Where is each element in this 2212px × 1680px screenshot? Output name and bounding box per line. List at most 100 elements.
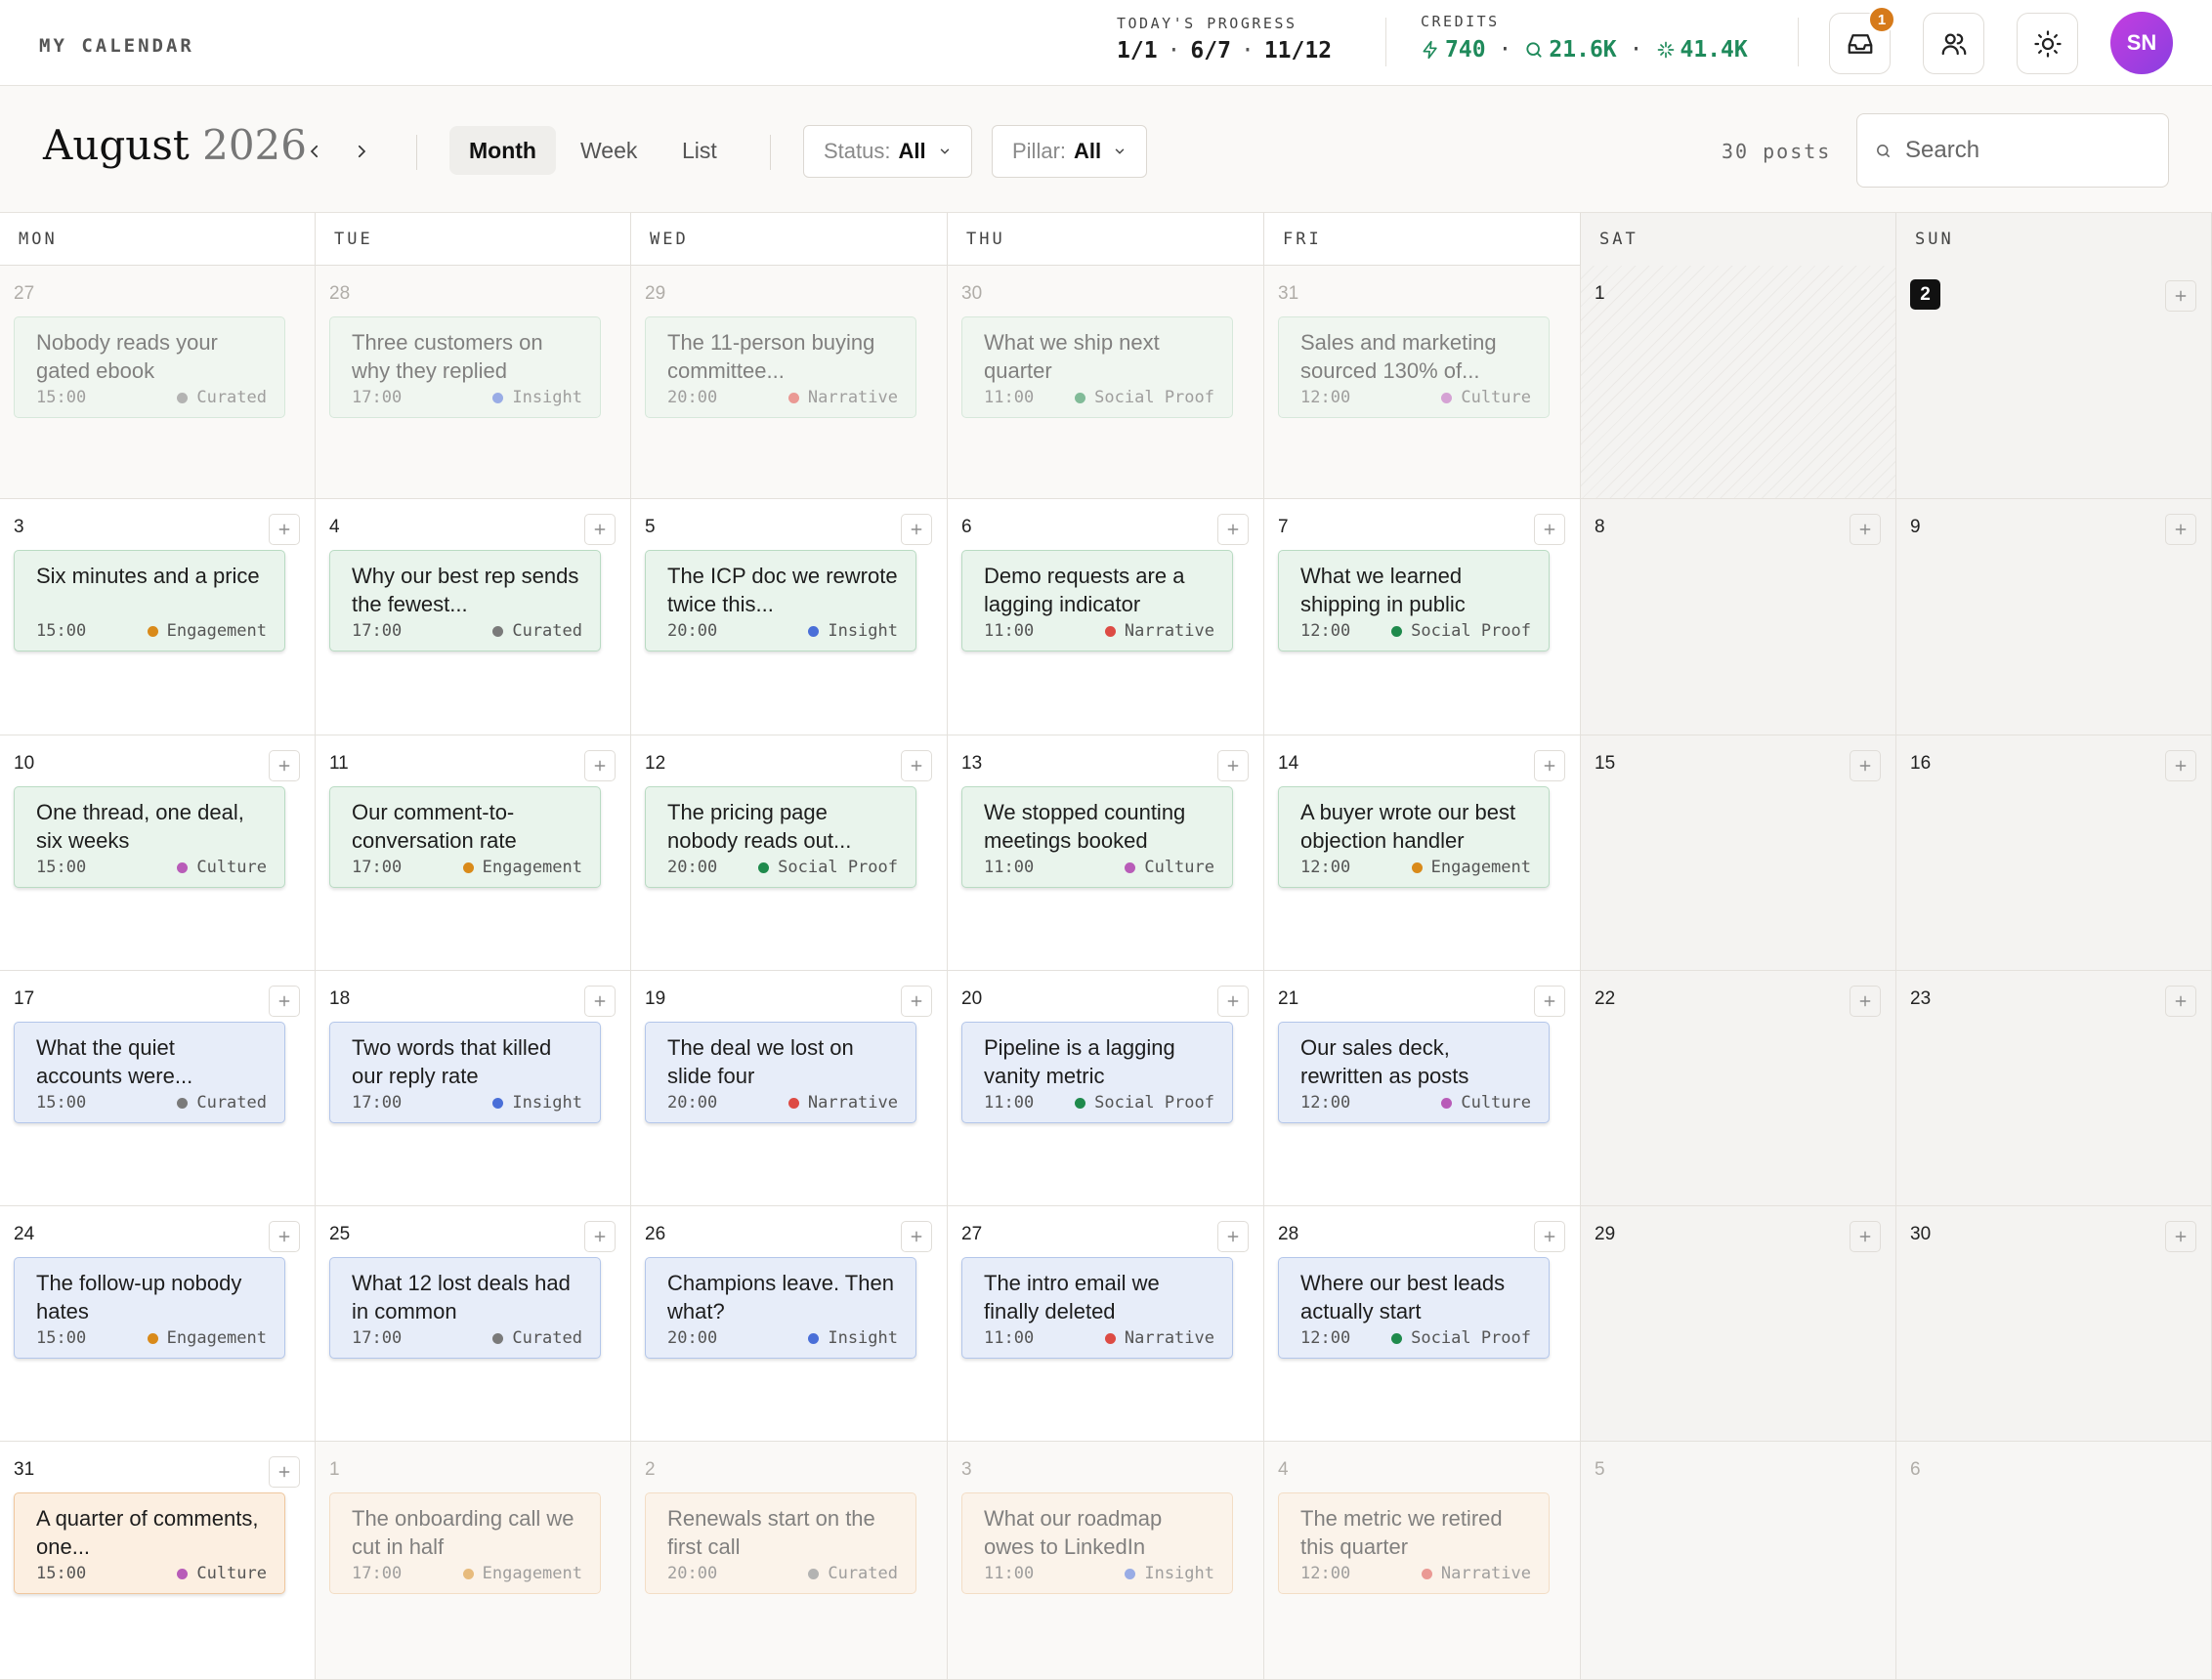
add-post-button[interactable] bbox=[1534, 1221, 1565, 1252]
day-cell[interactable]: 28 Three customers on why they replied 17:… bbox=[316, 266, 631, 499]
post-card[interactable]: Why our best rep sends the fewest... 17:0… bbox=[329, 550, 601, 651]
day-cell[interactable]: 26 Champions leave. Then what? 20:00 Insigh… bbox=[631, 1206, 948, 1442]
post-card[interactable]: Our comment-to-conversation rate 17:00 Eng… bbox=[329, 786, 601, 888]
day-cell[interactable]: 3 What our roadmap owes to LinkedIn 11:00 I… bbox=[948, 1442, 1264, 1680]
day-cell[interactable]: 13 We stopped counting meetings booked 11:… bbox=[948, 735, 1264, 971]
add-post-button[interactable] bbox=[2165, 514, 2196, 545]
day-cell[interactable]: 6 Demo requests are a lagging indicator 11… bbox=[948, 499, 1264, 735]
post-card[interactable]: One thread, one deal, six weeks 15:00 Cult… bbox=[14, 786, 285, 888]
day-cell[interactable]: 25 What 12 lost deals had in common 17:00 C… bbox=[316, 1206, 631, 1442]
add-post-button[interactable] bbox=[269, 1221, 300, 1252]
day-cell[interactable]: 9 bbox=[1896, 499, 2212, 735]
add-post-button[interactable] bbox=[2165, 280, 2196, 312]
day-cell[interactable]: 3 Six minutes and a price 15:00 Engagement bbox=[0, 499, 316, 735]
tab-week[interactable]: Week bbox=[561, 126, 657, 175]
day-cell[interactable]: 2 Renewals start on the first call 20:00 Cu… bbox=[631, 1442, 948, 1680]
add-post-button[interactable] bbox=[1217, 986, 1249, 1017]
post-card[interactable]: Renewals start on the first call 20:00 Cur… bbox=[645, 1492, 916, 1594]
add-post-button[interactable] bbox=[1217, 514, 1249, 545]
day-cell[interactable]: 19 The deal we lost on slide four 20:00 Nar… bbox=[631, 971, 948, 1206]
add-post-button[interactable] bbox=[584, 1221, 616, 1252]
previous-month-button[interactable] bbox=[300, 137, 329, 166]
post-card[interactable]: What our roadmap owes to LinkedIn 11:00 In… bbox=[961, 1492, 1233, 1594]
add-post-button[interactable] bbox=[2165, 986, 2196, 1017]
add-post-button[interactable] bbox=[269, 986, 300, 1017]
post-card[interactable]: The deal we lost on slide four 20:00 Narra… bbox=[645, 1022, 916, 1123]
day-cell[interactable]: 27 Nobody reads your gated ebook 15:00 Cura… bbox=[0, 266, 316, 499]
post-card[interactable]: Three customers on why they replied 17:00… bbox=[329, 316, 601, 418]
add-post-button[interactable] bbox=[2165, 750, 2196, 781]
next-month-button[interactable] bbox=[347, 137, 376, 166]
post-card[interactable]: Champions leave. Then what? 20:00 Insight bbox=[645, 1257, 916, 1359]
add-post-button[interactable] bbox=[1534, 514, 1565, 545]
add-post-button[interactable] bbox=[584, 986, 616, 1017]
add-post-button[interactable] bbox=[584, 514, 616, 545]
day-cell[interactable]: 31 A quarter of comments, one... 15:00 Cult… bbox=[0, 1442, 316, 1680]
post-card[interactable]: We stopped counting meetings booked 11:00… bbox=[961, 786, 1233, 888]
add-post-button[interactable] bbox=[901, 1221, 932, 1252]
day-cell[interactable]: 4 Why our best rep sends the fewest... 17:… bbox=[316, 499, 631, 735]
pillar-filter[interactable]: Pillar: All bbox=[992, 125, 1148, 178]
day-cell[interactable]: 17 What the quiet accounts were... 15:00 Cu… bbox=[0, 971, 316, 1206]
post-card[interactable]: The follow-up nobody hates 15:00 Engagemen… bbox=[14, 1257, 285, 1359]
day-cell[interactable]: 28 Where our best leads actually start 12:… bbox=[1264, 1206, 1581, 1442]
day-cell[interactable]: 24 The follow-up nobody hates 15:00 Engagem… bbox=[0, 1206, 316, 1442]
day-cell[interactable]: 14 A buyer wrote our best objection handl… bbox=[1264, 735, 1581, 971]
add-post-button[interactable] bbox=[1217, 750, 1249, 781]
day-cell[interactable]: 10 One thread, one deal, six weeks 15:00 Cu… bbox=[0, 735, 316, 971]
post-card[interactable]: Two words that killed our reply rate 17:0… bbox=[329, 1022, 601, 1123]
day-cell[interactable]: 29 The 11-person buying committee... 20:00… bbox=[631, 266, 948, 499]
day-cell[interactable]: 27 The intro email we finally deleted 11:0… bbox=[948, 1206, 1264, 1442]
avatar[interactable]: SN bbox=[2110, 12, 2173, 74]
day-cell[interactable]: 29 bbox=[1581, 1206, 1896, 1442]
add-post-button[interactable] bbox=[269, 750, 300, 781]
day-cell[interactable]: 2 bbox=[1896, 266, 2212, 499]
post-card[interactable]: Six minutes and a price 15:00 Engagement bbox=[14, 550, 285, 651]
post-card[interactable]: A buyer wrote our best objection handler… bbox=[1278, 786, 1550, 888]
status-filter[interactable]: Status: All bbox=[803, 125, 972, 178]
post-card[interactable]: Nobody reads your gated ebook 15:00 Curate… bbox=[14, 316, 285, 418]
add-post-button[interactable] bbox=[1217, 1221, 1249, 1252]
tab-list[interactable]: List bbox=[662, 126, 737, 175]
add-post-button[interactable] bbox=[901, 750, 932, 781]
team-button[interactable] bbox=[1923, 13, 1984, 74]
add-post-button[interactable] bbox=[269, 1456, 300, 1488]
post-card[interactable]: What we ship next quarter 11:00 Social Pro… bbox=[961, 316, 1233, 418]
day-cell[interactable]: 12 The pricing page nobody reads out... 20… bbox=[631, 735, 948, 971]
search-input[interactable]: Search bbox=[1856, 113, 2169, 188]
post-card[interactable]: The intro email we finally deleted 11:00 N… bbox=[961, 1257, 1233, 1359]
day-cell[interactable]: 8 bbox=[1581, 499, 1896, 735]
tab-month[interactable]: Month bbox=[449, 126, 556, 175]
add-post-button[interactable] bbox=[901, 986, 932, 1017]
add-post-button[interactable] bbox=[269, 514, 300, 545]
post-card[interactable]: Pipeline is a lagging vanity metric 11:00… bbox=[961, 1022, 1233, 1123]
day-cell[interactable]: 4 The metric we retired this quarter 12:00… bbox=[1264, 1442, 1581, 1680]
day-cell[interactable]: 11 Our comment-to-conversation rate 17:00 E… bbox=[316, 735, 631, 971]
add-post-button[interactable] bbox=[901, 514, 932, 545]
post-card[interactable]: A quarter of comments, one... 15:00 Cultur… bbox=[14, 1492, 285, 1594]
day-cell[interactable]: 7 What we learned shipping in public 12:00… bbox=[1264, 499, 1581, 735]
post-card[interactable]: What 12 lost deals had in common 17:00 Cur… bbox=[329, 1257, 601, 1359]
day-cell[interactable]: 31 Sales and marketing sourced 130% of...… bbox=[1264, 266, 1581, 499]
day-cell[interactable]: 21 Our sales deck, rewritten as posts 12:0… bbox=[1264, 971, 1581, 1206]
day-cell[interactable]: 20 Pipeline is a lagging vanity metric 11:… bbox=[948, 971, 1264, 1206]
day-cell[interactable]: 16 bbox=[1896, 735, 2212, 971]
post-card[interactable]: Our sales deck, rewritten as posts 12:00 C… bbox=[1278, 1022, 1550, 1123]
post-card[interactable]: The pricing page nobody reads out... 20:0… bbox=[645, 786, 916, 888]
day-cell[interactable]: 6 bbox=[1896, 1442, 2212, 1680]
add-post-button[interactable] bbox=[1534, 750, 1565, 781]
day-cell[interactable]: 18 Two words that killed our reply rate 17… bbox=[316, 971, 631, 1206]
post-card[interactable]: What we learned shipping in public 12:00 S… bbox=[1278, 550, 1550, 651]
add-post-button[interactable] bbox=[1850, 750, 1881, 781]
post-card[interactable]: Sales and marketing sourced 130% of... 12… bbox=[1278, 316, 1550, 418]
add-post-button[interactable] bbox=[1850, 986, 1881, 1017]
day-cell[interactable]: 1 The onboarding call we cut in half 17:00… bbox=[316, 1442, 631, 1680]
day-cell[interactable]: 30 What we ship next quarter 11:00 Social P… bbox=[948, 266, 1264, 499]
day-cell[interactable]: 15 bbox=[1581, 735, 1896, 971]
add-post-button[interactable] bbox=[1534, 986, 1565, 1017]
day-cell[interactable]: 1 bbox=[1581, 266, 1896, 499]
add-post-button[interactable] bbox=[2165, 1221, 2196, 1252]
post-card[interactable]: The onboarding call we cut in half 17:00 E… bbox=[329, 1492, 601, 1594]
post-card[interactable]: The metric we retired this quarter 12:00 N… bbox=[1278, 1492, 1550, 1594]
add-post-button[interactable] bbox=[584, 750, 616, 781]
